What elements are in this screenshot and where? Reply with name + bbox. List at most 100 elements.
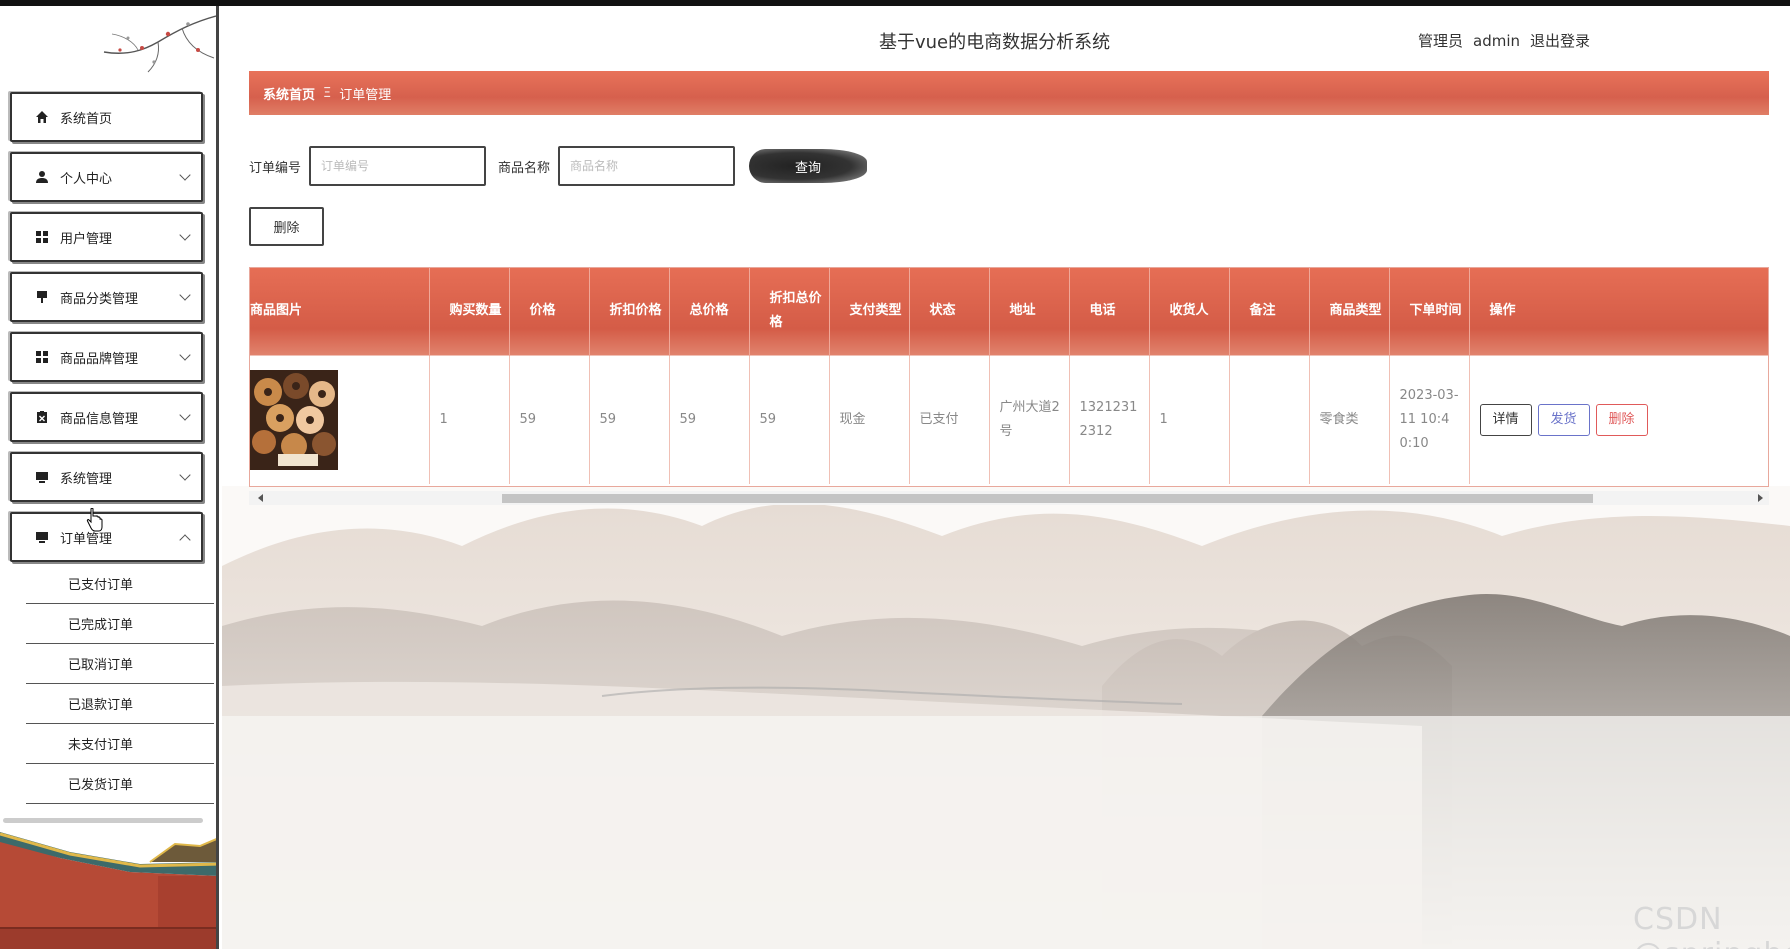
col-header-pay-type: 支付类型 <box>829 268 910 355</box>
person-icon <box>34 169 50 185</box>
product-name-input[interactable] <box>558 146 736 186</box>
search-form: 订单编号 商品名称 查询 <box>249 146 868 186</box>
sidebar-item-label: 个人中心 <box>60 171 113 187</box>
col-header-price: 价格 <box>509 268 590 355</box>
sidebar-item-brand[interactable]: 商品品牌管理 <box>10 332 203 382</box>
monitor-icon <box>34 469 50 485</box>
pin-icon <box>34 289 50 305</box>
col-header-receiver: 收货人 <box>1149 268 1230 355</box>
submenu-item-unpaid[interactable]: 未支付订单 <box>26 724 214 764</box>
chevron-down-icon <box>179 469 191 481</box>
breadcrumb: 系统首页 Ξ 订单管理 <box>249 71 1769 115</box>
home-icon <box>34 109 50 125</box>
mouse-pointer-icon <box>86 508 103 532</box>
sidebar-item-label: 系统首页 <box>60 111 113 127</box>
breadcrumb-current: 订单管理 <box>339 87 392 103</box>
cell-actions: 详情 发货 删除 <box>1469 354 1768 484</box>
cell-pay-type: 现金 <box>829 354 910 484</box>
chevron-up-icon <box>179 534 191 546</box>
submenu-item-paid[interactable]: 已支付订单 <box>26 564 214 604</box>
sidebar-item-orders[interactable]: 订单管理 <box>10 512 203 562</box>
user-role: 管理员 <box>1418 32 1464 50</box>
col-header-status: 状态 <box>909 268 990 355</box>
product-image[interactable] <box>250 369 338 470</box>
cell-address: 广州大道2号 <box>989 354 1070 484</box>
submenu-item-cancelled[interactable]: 已取消订单 <box>26 644 214 684</box>
cell-qty: 1 <box>429 354 510 484</box>
clipboard-icon <box>34 409 50 425</box>
table-horizontal-scrollbar[interactable] <box>249 491 1769 505</box>
col-header-total: 总价格 <box>669 268 750 355</box>
cell-price: 59 <box>509 354 590 484</box>
col-header-phone: 电话 <box>1069 268 1150 355</box>
cell-discount-price: 59 <box>589 354 670 484</box>
monitor-icon <box>34 529 50 545</box>
col-header-category: 商品类型 <box>1309 268 1390 355</box>
ink-landscape-background <box>222 486 1790 949</box>
col-header-image: 商品图片 <box>250 268 430 355</box>
sidebar: 系统首页 个人中心 用户管理 商品分类管理 商品品牌管理 商品信息管理 系统管理… <box>0 6 219 949</box>
breadcrumb-separator-icon: Ξ <box>323 85 332 101</box>
batch-delete-button[interactable]: 删除 <box>249 207 324 246</box>
chevron-down-icon <box>179 169 191 181</box>
ship-button[interactable]: 发货 <box>1537 403 1590 436</box>
main-content: 基于vue的电商数据分析系统 管理员 admin 退出登录 系统首页 Ξ 订单管理 … <box>222 6 1790 949</box>
grid-icon <box>34 229 50 245</box>
cell-image <box>250 354 430 484</box>
table-row: 1 59 59 59 59 现金 已支付 广州大道2号 13212312312 … <box>250 354 1768 484</box>
watermark: CSDN @springboot6789 <box>1633 902 1790 949</box>
submenu-item-completed[interactable]: 已完成订单 <box>26 604 214 644</box>
logout-link[interactable]: 退出登录 <box>1530 32 1590 50</box>
col-header-qty: 购买数量 <box>429 268 510 355</box>
cell-discount-total: 59 <box>749 354 830 484</box>
col-header-address: 地址 <box>989 268 1070 355</box>
col-header-note: 备注 <box>1229 268 1310 355</box>
chevron-down-icon <box>179 229 191 241</box>
cell-total: 59 <box>669 354 750 484</box>
chevron-down-icon <box>179 409 191 421</box>
detail-button[interactable]: 详情 <box>1479 403 1532 436</box>
scrollbar-thumb[interactable] <box>502 494 1593 503</box>
chevron-down-icon <box>179 289 191 301</box>
chevron-down-icon <box>179 349 191 361</box>
col-header-discount-total: 折扣总价格 <box>749 268 830 355</box>
sidebar-item-system[interactable]: 系统管理 <box>10 452 203 502</box>
sidebar-item-label: 商品信息管理 <box>60 411 139 427</box>
submenu-item-refunded[interactable]: 已退款订单 <box>26 684 214 724</box>
row-delete-button[interactable]: 删除 <box>1595 403 1648 436</box>
order-no-input[interactable] <box>309 146 487 186</box>
sidebar-item-category[interactable]: 商品分类管理 <box>10 272 203 322</box>
breadcrumb-home[interactable]: 系统首页 <box>263 84 315 103</box>
order-no-label: 订单编号 <box>249 160 302 176</box>
cell-order-time: 2023-03-11 10:40:10 <box>1389 354 1470 484</box>
sidebar-item-home[interactable]: 系统首页 <box>10 92 203 142</box>
sidebar-item-label: 用户管理 <box>60 231 113 247</box>
user-info: 管理员 admin 退出登录 <box>1418 30 1600 51</box>
grid-icon <box>34 349 50 365</box>
plum-blossom-decoration <box>103 15 216 73</box>
product-name-label: 商品名称 <box>498 160 551 176</box>
username: admin <box>1473 32 1521 50</box>
query-button[interactable]: 查询 <box>749 149 868 183</box>
col-header-discount-price: 折扣价格 <box>589 268 670 355</box>
orders-table: 商品图片 购买数量 价格 折扣价格 总价格 折扣总价格 支付类型 状态 地址 电… <box>249 267 1769 487</box>
table-header-row: 商品图片 购买数量 价格 折扣价格 总价格 折扣总价格 支付类型 状态 地址 电… <box>250 268 1768 355</box>
sidebar-item-label: 系统管理 <box>60 471 113 487</box>
col-header-order-time: 下单时间 <box>1389 268 1470 355</box>
cell-phone: 13212312312 <box>1069 354 1150 484</box>
palace-decoration <box>0 832 216 949</box>
sidebar-scrollbar[interactable] <box>3 818 203 823</box>
sidebar-item-profile[interactable]: 个人中心 <box>10 152 203 202</box>
scroll-left-icon[interactable] <box>258 494 263 502</box>
app-title: 基于vue的电商数据分析系统 <box>879 32 1111 53</box>
cell-status: 已支付 <box>909 354 990 484</box>
sidebar-item-label: 商品品牌管理 <box>60 351 139 367</box>
sidebar-item-label: 商品分类管理 <box>60 291 139 307</box>
sidebar-item-users[interactable]: 用户管理 <box>10 212 203 262</box>
sidebar-item-product-info[interactable]: 商品信息管理 <box>10 392 203 442</box>
scroll-right-icon[interactable] <box>1758 494 1763 502</box>
cell-category: 零食类 <box>1309 354 1390 484</box>
cell-receiver: 1 <box>1149 354 1230 484</box>
submenu-item-shipped[interactable]: 已发货订单 <box>26 764 214 804</box>
col-header-actions: 操作 <box>1469 268 1768 355</box>
